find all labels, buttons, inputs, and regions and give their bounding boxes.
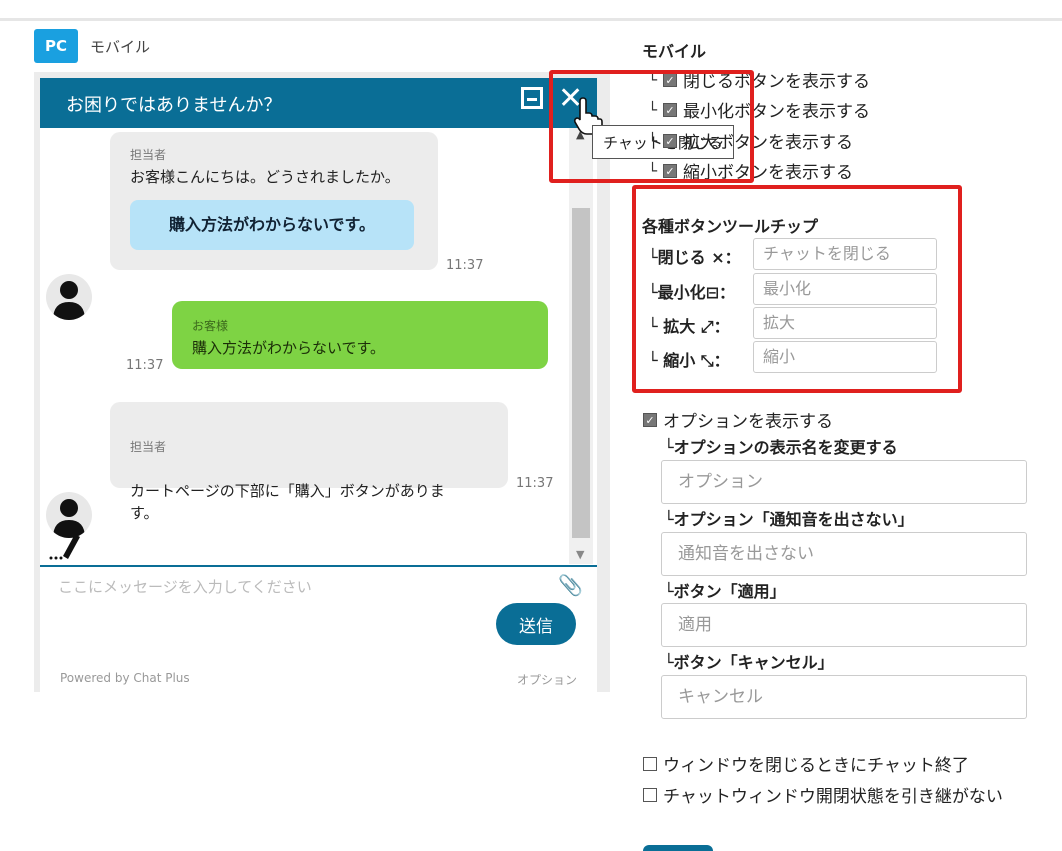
checkbox-unchecked[interactable] bbox=[643, 756, 657, 771]
message-input-area: 📎 送信 Powered by Chat Plus オプション bbox=[40, 565, 597, 692]
scroll-down-icon[interactable]: ▼ bbox=[576, 548, 584, 561]
option-name-input[interactable]: オプション bbox=[661, 460, 1027, 504]
sender-label: 担当者 bbox=[130, 440, 167, 454]
setting-label: オプションを表示する bbox=[663, 412, 833, 432]
powered-by-text: Powered by Chat Plus bbox=[60, 671, 190, 685]
setting-no-keep-state[interactable]: チャットウィンドウ開閉状態を引き継がない bbox=[643, 782, 1003, 807]
message-text: 購入方法がわからないです。 bbox=[192, 339, 386, 357]
highlight-box-close bbox=[549, 70, 754, 183]
setting-label: ウィンドウを閉じるときにチャット終了 bbox=[663, 756, 969, 776]
message-time: 11:37 bbox=[516, 476, 554, 491]
checkbox-unchecked[interactable] bbox=[643, 787, 657, 802]
chat-window: お困りではありませんか？ ✕ 担当者 お客様こんにちは。どうされましたか。 購入… bbox=[40, 78, 597, 692]
message-bubble: 担当者 カートページの下部に「購入」ボタンがありま す。 bbox=[110, 402, 508, 522]
setting-label: チャットウィンドウ開閉状態を引き継がない bbox=[663, 787, 1003, 807]
option-cancel-label: └ボタン「キャンセル」 bbox=[664, 653, 834, 672]
chat-header: お困りではありませんか？ ✕ bbox=[40, 78, 597, 128]
sender-label: 担当者 bbox=[130, 148, 167, 162]
send-button[interactable]: 送信 bbox=[496, 603, 576, 645]
chat-title: お困りではありませんか？ bbox=[66, 95, 282, 116]
operator-avatar bbox=[46, 274, 92, 320]
quick-reply-button[interactable]: 購入方法がわからないです。 bbox=[130, 200, 414, 250]
setting-show-option[interactable]: ✓ オプションを表示する bbox=[643, 407, 833, 432]
save-button[interactable] bbox=[643, 845, 713, 851]
option-link[interactable]: オプション bbox=[517, 671, 577, 688]
customer-message-bubble: お客様 購入方法がわからないです。 bbox=[172, 301, 548, 369]
typing-pen-icon bbox=[49, 534, 80, 560]
option-cancel-input[interactable]: キャンセル bbox=[661, 675, 1027, 719]
scroll-thumb[interactable] bbox=[572, 208, 590, 538]
message-input[interactable] bbox=[56, 571, 540, 603]
tab-mobile[interactable]: モバイル bbox=[90, 36, 150, 57]
option-name-label: └オプションの表示名を変更する bbox=[664, 438, 898, 457]
option-mute-input[interactable]: 通知音を出さない bbox=[661, 532, 1027, 576]
option-mute-label: └オプション「通知音を出さない」 bbox=[664, 510, 914, 529]
chat-messages: 担当者 お客様こんにちは。どうされましたか。 購入方法がわからないです。 11:… bbox=[40, 128, 597, 565]
checkbox-checked[interactable]: ✓ bbox=[643, 412, 657, 427]
highlight-box-tooltips bbox=[632, 185, 962, 393]
person-icon bbox=[53, 281, 85, 320]
message-bubble: 担当者 お客様こんにちは。どうされましたか。 購入方法がわからないです。 bbox=[110, 132, 438, 270]
chat-scrollbar[interactable]: ▲ ▼ bbox=[569, 128, 593, 564]
option-apply-input[interactable]: 適用 bbox=[661, 603, 1027, 647]
message-text: カートページの下部に「購入」ボタンがありま す。 bbox=[130, 482, 445, 522]
setting-end-on-close[interactable]: ウィンドウを閉じるときにチャット終了 bbox=[643, 751, 969, 776]
tab-pc[interactable]: PC bbox=[34, 29, 78, 63]
message-time: 11:37 bbox=[126, 358, 164, 373]
option-apply-label: └ボタン「適用」 bbox=[664, 582, 786, 601]
message-time: 11:37 bbox=[446, 258, 484, 273]
paperclip-icon[interactable]: 📎 bbox=[558, 573, 583, 597]
sender-label: お客様 bbox=[192, 319, 229, 333]
mobile-section-title: モバイル bbox=[642, 42, 707, 61]
minimize-icon[interactable] bbox=[521, 87, 543, 109]
top-bar bbox=[0, 0, 1062, 21]
message-text: お客様こんにちは。どうされましたか。 bbox=[130, 168, 400, 186]
